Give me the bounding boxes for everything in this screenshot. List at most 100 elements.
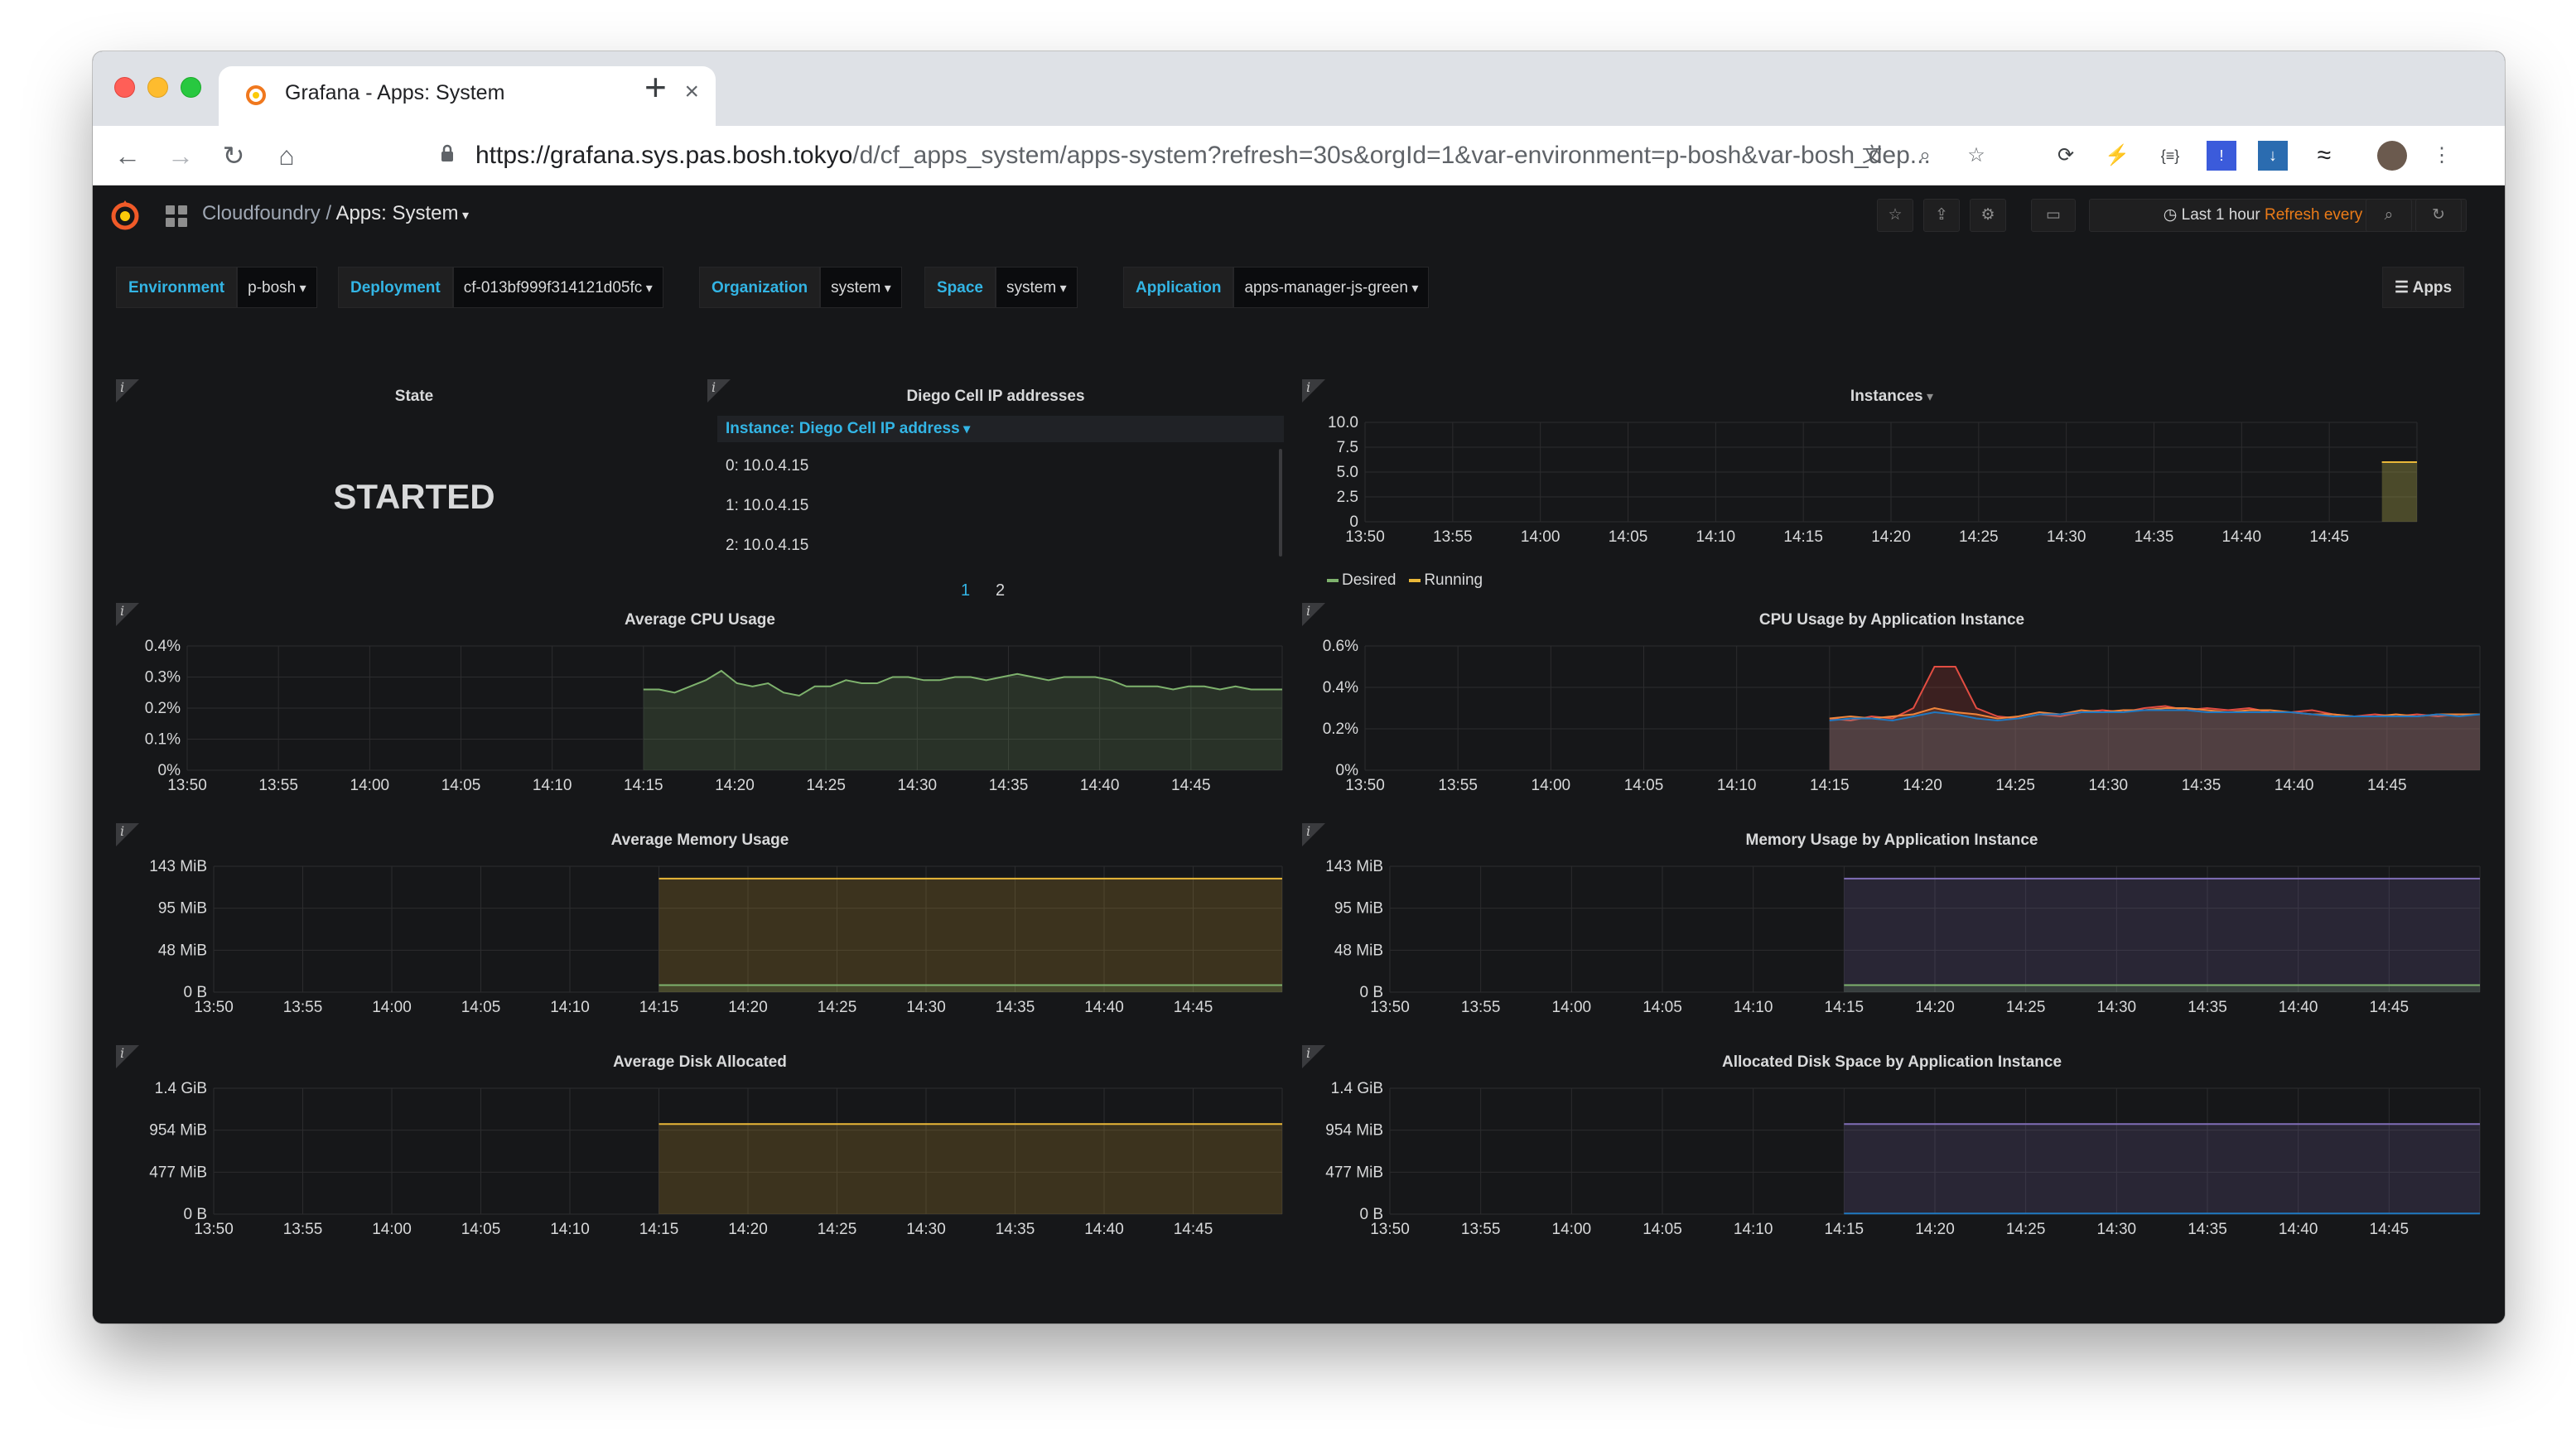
chrome-menu-icon[interactable]: ⋮: [2427, 141, 2457, 171]
variable-deployment[interactable]: Deployment cf-013bf999f314121d05fc: [338, 267, 663, 308]
y-tick-label: 7.5: [1337, 439, 1358, 456]
panel-title[interactable]: State: [116, 388, 712, 406]
x-tick-label: 14:15: [1783, 528, 1823, 546]
variable-application[interactable]: Application apps-manager-js-green: [1123, 267, 1430, 308]
x-tick-label: 14:20: [728, 999, 768, 1016]
x-tick-label: 13:55: [283, 1221, 323, 1238]
json-extension-icon[interactable]: {≡}: [2155, 141, 2185, 171]
profile-avatar[interactable]: [2377, 141, 2407, 171]
x-tick-label: 13:50: [167, 777, 207, 794]
x-tick-label: 14:45: [1171, 777, 1211, 794]
star-dashboard-button[interactable]: ☆: [1877, 199, 1913, 232]
y-tick-label: 143 MiB: [1325, 858, 1383, 875]
time-range-label: Last 1 hour: [2181, 206, 2260, 224]
variable-label: Environment: [116, 267, 238, 308]
variable-value[interactable]: system: [995, 267, 1078, 308]
x-tick-label: 14:30: [2047, 528, 2086, 546]
variable-space[interactable]: Space system: [924, 267, 1078, 308]
dashboard-grid-icon[interactable]: [166, 205, 187, 227]
x-tick-label: 13:50: [1370, 1221, 1410, 1238]
x-tick-label: 14:30: [2097, 999, 2137, 1016]
y-tick-label: 477 MiB: [149, 1164, 207, 1181]
x-tick-label: 14:25: [2006, 1221, 2046, 1238]
y-tick-label: 0.2%: [145, 700, 181, 717]
pocket-extension-icon[interactable]: !: [2207, 141, 2236, 171]
variable-value[interactable]: system: [820, 267, 902, 308]
x-tick-label: 14:20: [1871, 528, 1911, 546]
x-tick-label: 14:05: [461, 999, 501, 1016]
legend-swatch: [1409, 578, 1421, 582]
sync-extension-icon[interactable]: ⟳: [2051, 141, 2081, 171]
home-icon[interactable]: ⌂: [270, 137, 303, 174]
state-panel: i State STARTED: [116, 379, 712, 601]
translate-icon[interactable]: 文: [1857, 141, 1887, 171]
x-tick-label: 14:00: [1552, 999, 1592, 1016]
x-tick-label: 14:00: [1521, 528, 1561, 546]
download-extension-icon[interactable]: ↓: [2258, 141, 2288, 171]
variable-organization[interactable]: Organization system: [699, 267, 902, 308]
series-area: [658, 1124, 1282, 1214]
tab-title: Grafana - Apps: System: [285, 81, 505, 104]
x-tick-label: 14:40: [1084, 999, 1124, 1016]
table-scrollbar[interactable]: [1279, 449, 1282, 557]
apps-dashboard-link[interactable]: ☰ Apps: [2382, 267, 2465, 308]
x-tick-label: 13:50: [1345, 528, 1385, 546]
avg-memory-chart: 143 MiB95 MiB48 MiB0 B13:50 13:55 14:00 14:…: [149, 858, 1283, 1016]
y-tick-label: 48 MiB: [158, 942, 207, 959]
legend-item-desired[interactable]: Desired: [1327, 571, 1396, 589]
x-tick-label: 14:35: [2135, 528, 2174, 546]
page-link-2[interactable]: 2: [996, 581, 1005, 600]
x-tick-label: 14:35: [2188, 1221, 2227, 1238]
x-tick-label: 14:00: [1552, 1221, 1592, 1238]
x-tick-label: 14:45: [1174, 1221, 1213, 1238]
close-window-button[interactable]: [114, 77, 135, 98]
refresh-dashboard-button[interactable]: ↻: [2415, 199, 2462, 232]
minimize-window-button[interactable]: [147, 77, 168, 98]
browser-tab[interactable]: Grafana - Apps: System ×: [219, 66, 716, 126]
zoom-out-time-button[interactable]: ⌕: [2366, 199, 2412, 232]
swirl-extension-icon[interactable]: ≈: [2309, 141, 2339, 171]
new-tab-button[interactable]: +: [644, 68, 667, 106]
x-tick-label: 14:20: [1915, 1221, 1955, 1238]
back-icon[interactable]: ←: [111, 137, 144, 174]
legend-item-running[interactable]: Running: [1409, 571, 1483, 589]
settings-gear-icon[interactable]: ⚙: [1970, 199, 2006, 232]
breadcrumb[interactable]: Cloudfoundry / Apps: System: [202, 202, 469, 225]
series-area: [643, 671, 1282, 770]
tv-mode-button[interactable]: ▭: [2031, 199, 2076, 232]
forward-icon[interactable]: →: [164, 137, 197, 174]
avg-cpu-panel: i Average CPU Usage 0.4% 0.3% 0.2% 0.1% 0% 13…: [116, 603, 1284, 820]
grafana-favicon-icon: [246, 85, 266, 105]
x-tick-label: 14:30: [906, 999, 946, 1016]
x-tick-label: 14:25: [818, 1221, 857, 1238]
x-tick-label: 14:40: [2279, 1221, 2318, 1238]
y-tick-label: 95 MiB: [158, 900, 207, 918]
dashboard-title[interactable]: Apps: System: [335, 202, 469, 224]
x-tick-label: 13:55: [283, 999, 323, 1016]
memory-by-instance-chart: 143 MiB95 MiB48 MiB0 B13:50 13:55 14:00 14:…: [1325, 858, 2481, 1016]
table-column-header[interactable]: Instance: Diego Cell IP address: [717, 416, 1284, 442]
x-tick-label: 14:35: [996, 999, 1035, 1016]
lightning-extension-icon[interactable]: ⚡: [2102, 141, 2132, 171]
grafana-logo-icon[interactable]: [108, 199, 142, 234]
variable-value[interactable]: p-bosh: [237, 267, 317, 308]
share-dashboard-button[interactable]: ⇪: [1923, 199, 1960, 232]
y-tick-label: 5.0: [1337, 464, 1358, 481]
variable-environment[interactable]: Environment p-bosh: [116, 267, 317, 308]
variable-value[interactable]: cf-013bf999f314121d05fc: [452, 267, 663, 308]
variable-label: Space: [924, 267, 996, 308]
address-bar[interactable]: https://grafana.sys.pas.bosh.tokyo/d/cf_…: [333, 134, 2106, 177]
maximize-window-button[interactable]: [181, 77, 201, 98]
panel-title[interactable]: Diego Cell IP addresses: [707, 388, 1284, 406]
y-tick-label: 0.4%: [145, 638, 181, 655]
page-link-1[interactable]: 1: [961, 581, 970, 600]
zoom-icon[interactable]: ⌕: [1910, 141, 1940, 171]
x-tick-label: 14:15: [639, 999, 679, 1016]
bookmark-star-icon[interactable]: ☆: [1961, 141, 1991, 171]
variable-value[interactable]: apps-manager-js-green: [1233, 267, 1430, 308]
disk-by-instance-panel: i Allocated Disk Space by Application In…: [1302, 1045, 2482, 1265]
tab-close-icon[interactable]: ×: [684, 78, 699, 106]
reload-icon[interactable]: ↻: [217, 137, 250, 174]
x-tick-label: 14:25: [818, 999, 857, 1016]
y-tick-label: 10.0: [1328, 414, 1358, 431]
